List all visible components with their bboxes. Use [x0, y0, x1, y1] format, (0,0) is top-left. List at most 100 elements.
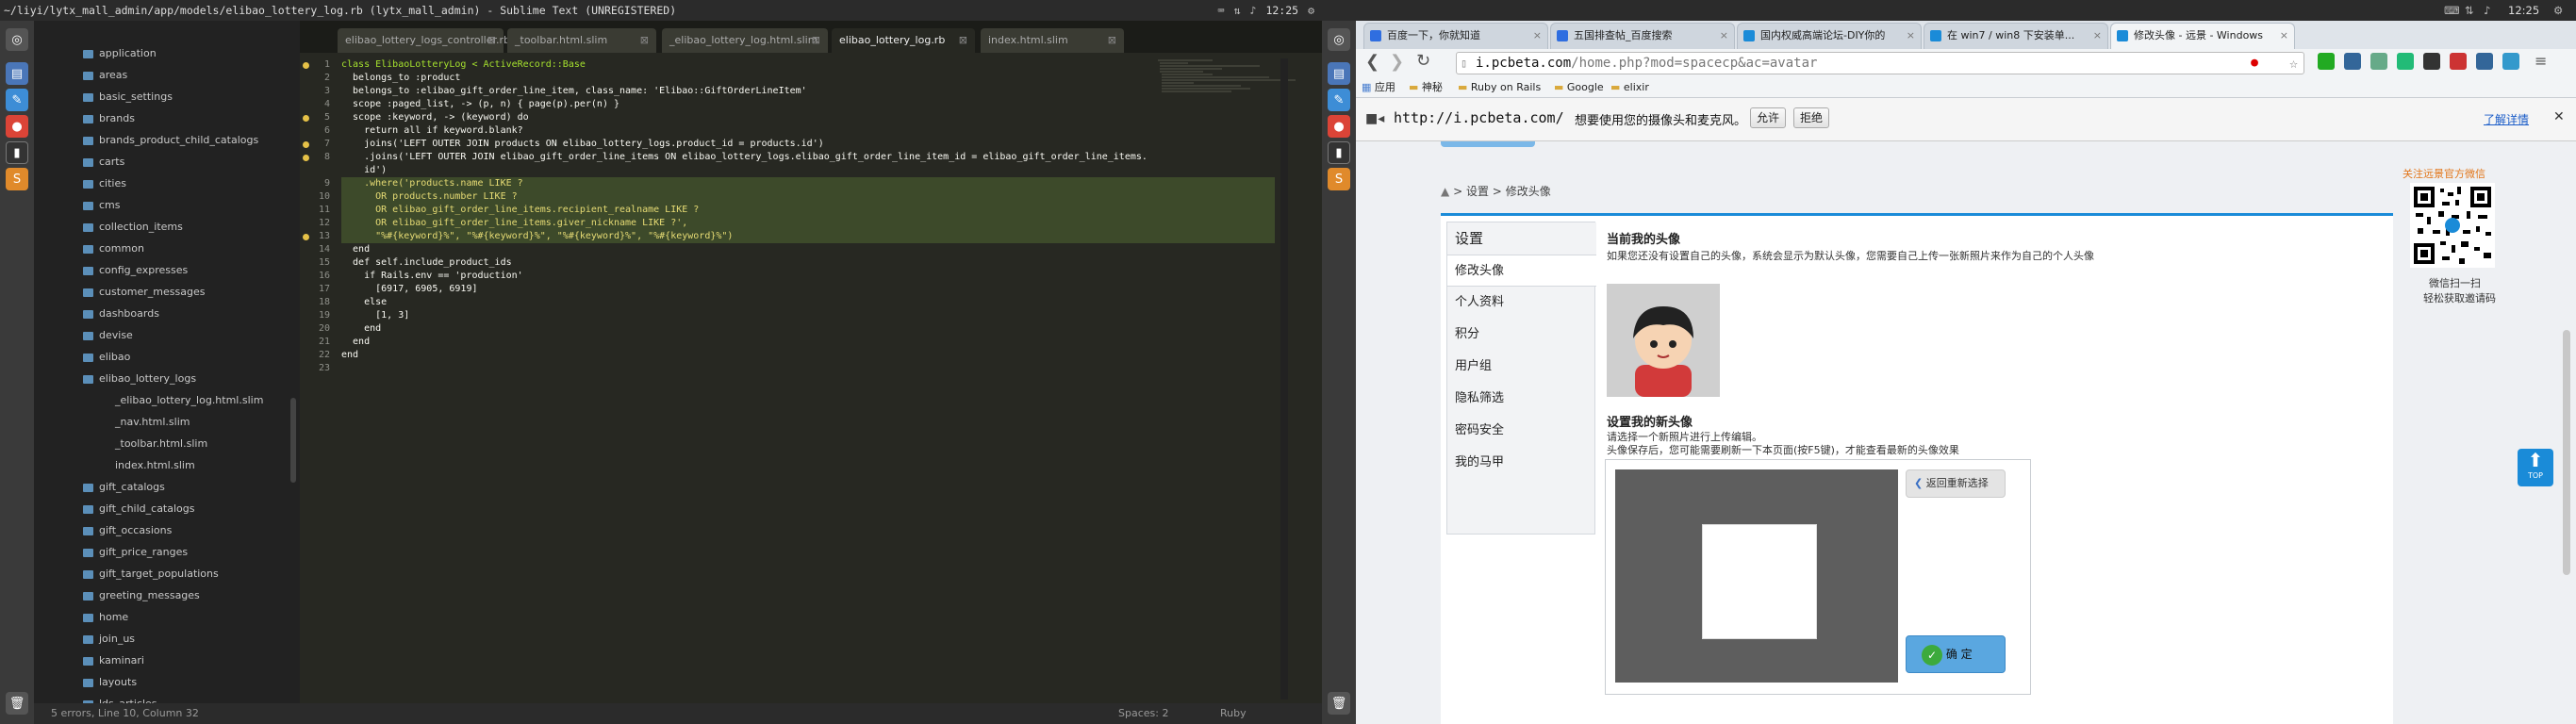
close-icon[interactable]: ×: [2280, 24, 2288, 48]
tab-toolbar[interactable]: _toolbar.html.slim ⊠: [507, 28, 656, 53]
tree-item[interactable]: gift_target_populations: [83, 564, 219, 584]
code-line[interactable]: [1, 3]: [341, 309, 409, 322]
keyboard-icon[interactable]: ⌨: [1218, 0, 1225, 21]
nav-item-profile[interactable]: 个人资料: [1447, 287, 1596, 319]
code-line[interactable]: end: [341, 243, 370, 256]
volume-icon[interactable]: ♪: [2484, 0, 2490, 21]
dash-icon[interactable]: ◎: [1328, 28, 1350, 51]
code-line[interactable]: scope :paged_list, -> (p, n) { page(p).p…: [341, 98, 619, 111]
clock[interactable]: 12:25: [1265, 0, 1298, 21]
tree-item[interactable]: layouts: [83, 672, 137, 693]
sublime-icon[interactable]: S: [6, 168, 28, 190]
address-bar[interactable]: ▯ i.pcbeta.com/home.php?mod=spacecp&ac=a…: [1456, 52, 2304, 74]
extension-icon[interactable]: [2450, 53, 2467, 70]
trash-icon[interactable]: 🗑: [1328, 692, 1350, 715]
dash-icon[interactable]: ◎: [6, 28, 28, 51]
lint-error-marker[interactable]: [303, 115, 309, 122]
sidebar-scrollbar[interactable]: [290, 398, 296, 483]
site-logo[interactable]: [1441, 141, 1535, 147]
tab-lottery-controller[interactable]: elibao_lottery_logs_controller.rb ⊠: [338, 28, 510, 53]
close-icon[interactable]: ⊠: [640, 28, 649, 53]
bookmark-elixir[interactable]: ▬ elixir: [1610, 77, 1649, 98]
tree-item[interactable]: home: [83, 607, 128, 628]
code-line[interactable]: end: [341, 349, 358, 362]
tree-item[interactable]: elibao: [83, 347, 130, 368]
tab-win7-install[interactable]: 在 win7 / win8 下安装单... ×: [1924, 23, 2108, 49]
nav-item-avatar[interactable]: 修改头像: [1447, 255, 1596, 287]
volume-icon[interactable]: ♪: [1250, 0, 1257, 21]
tree-item[interactable]: common: [83, 239, 144, 259]
terminal-icon[interactable]: ▮: [6, 141, 28, 164]
tree-item[interactable]: brands: [83, 108, 135, 129]
bookmark-ruby-on-rails[interactable]: ▬ Ruby on Rails: [1458, 77, 1541, 98]
code-line[interactable]: belongs_to :product: [341, 72, 460, 85]
status-syntax[interactable]: Ruby: [1220, 703, 1247, 724]
bookmark-folder[interactable]: ▬ 神秘: [1409, 77, 1443, 98]
code-line[interactable]: .joins('LEFT OUTER JOIN elibao_gift_orde…: [341, 151, 1148, 164]
tree-item[interactable]: gift_child_catalogs: [83, 499, 195, 519]
qr-code[interactable]: [2410, 183, 2495, 268]
terminal-icon[interactable]: ▮: [1328, 141, 1350, 164]
code-line[interactable]: joins('LEFT OUTER JOIN products ON eliba…: [341, 138, 824, 151]
close-icon[interactable]: ✕: [2553, 109, 2565, 124]
forward-icon[interactable]: ❯: [1390, 52, 1404, 72]
tree-item[interactable]: gift_price_ranges: [83, 542, 188, 563]
tab-index[interactable]: index.html.slim ⊠: [981, 28, 1124, 53]
allow-button[interactable]: 允许: [1750, 107, 1787, 128]
tree-item[interactable]: areas: [83, 65, 127, 86]
lint-error-marker[interactable]: [303, 62, 309, 69]
breadcrumb-settings[interactable]: 设置: [1466, 185, 1489, 198]
close-icon[interactable]: ×: [1720, 24, 1728, 48]
close-icon[interactable]: ⊠: [959, 28, 967, 53]
extension-icon[interactable]: [2344, 53, 2361, 70]
code-line[interactable]: "%#{keyword}%", "%#{keyword}%", "%#{keyw…: [341, 230, 1275, 243]
menu-icon[interactable]: ≡: [2535, 52, 2547, 70]
editor-icon[interactable]: ✎: [6, 89, 28, 111]
crop-canvas[interactable]: [1615, 469, 1898, 683]
code-line[interactable]: class ElibaoLotteryLog < ActiveRecord::B…: [341, 58, 586, 72]
nav-item-usergroup[interactable]: 用户组: [1447, 351, 1596, 383]
network-icon[interactable]: ⇅: [1234, 0, 1241, 21]
back-to-top-button[interactable]: ⬆ TOP: [2518, 449, 2553, 486]
close-icon[interactable]: ×: [2093, 24, 2102, 48]
chrome-icon[interactable]: ●: [1328, 115, 1350, 138]
lint-error-marker[interactable]: [303, 234, 309, 240]
tree-item[interactable]: join_us: [83, 629, 135, 650]
tree-item[interactable]: elibao_lottery_logs: [83, 369, 196, 389]
code-line[interactable]: OR elibao_gift_order_line_items.giver_ni…: [341, 217, 1275, 230]
files-icon[interactable]: ▤: [6, 62, 28, 85]
tree-item[interactable]: kaminari: [83, 650, 144, 671]
network-icon[interactable]: ⇅: [2465, 0, 2474, 21]
settings-icon[interactable]: ⚙: [1308, 0, 1314, 21]
code-line[interactable]: end: [341, 336, 370, 349]
tree-item[interactable]: _toolbar.html.slim: [115, 434, 207, 454]
close-icon[interactable]: ×: [1907, 24, 1915, 48]
tab-baidu[interactable]: 百度一下，你就知道 ×: [1363, 23, 1548, 49]
tree-item[interactable]: index.html.slim: [115, 455, 195, 476]
code-line[interactable]: else: [341, 296, 387, 309]
lint-error-marker[interactable]: [303, 141, 309, 148]
tree-item[interactable]: _nav.html.slim: [115, 412, 190, 433]
code-line[interactable]: belongs_to :elibao_gift_order_line_item,…: [341, 85, 807, 98]
tab-lottery-log-rb[interactable]: elibao_lottery_log.rb ⊠: [832, 28, 975, 53]
code-line[interactable]: OR products.number LIKE ?: [341, 190, 1275, 204]
confirm-button[interactable]: ✓ 确 定: [1906, 635, 2006, 673]
keyboard-icon[interactable]: ⌨: [2444, 0, 2460, 21]
minimap[interactable]: [1156, 58, 1297, 106]
lint-error-marker[interactable]: [303, 155, 309, 161]
extension-icon[interactable]: [2423, 53, 2440, 70]
editor-icon[interactable]: ✎: [1328, 89, 1350, 111]
code-line[interactable]: scope :keyword, -> (keyword) do: [341, 111, 529, 124]
tree-item[interactable]: collection_items: [83, 217, 183, 238]
crop-selection[interactable]: [1702, 524, 1817, 639]
tree-item[interactable]: gift_occasions: [83, 520, 172, 541]
bookmark-apps[interactable]: ▦ 应用: [1362, 77, 1395, 98]
tree-item[interactable]: greeting_messages: [83, 585, 200, 606]
code-line[interactable]: .where('products.name LIKE ?: [341, 177, 1275, 190]
nav-item-privacy[interactable]: 隐私筛选: [1447, 383, 1596, 415]
close-icon[interactable]: ⊠: [487, 28, 496, 53]
bookmark-google[interactable]: ▬ Google: [1554, 77, 1604, 98]
extension-icon[interactable]: [2397, 53, 2414, 70]
nav-item-alt-accounts[interactable]: 我的马甲: [1447, 447, 1596, 479]
tab-pcbeta-forum[interactable]: 国内权威高端论坛-DIY你的 ×: [1737, 23, 1922, 49]
